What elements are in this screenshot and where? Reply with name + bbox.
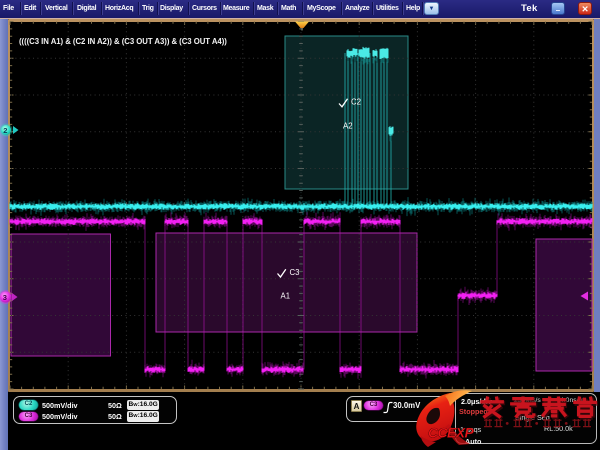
- svg-text:C2: C2: [351, 98, 361, 107]
- svg-text:3: 3: [3, 293, 7, 302]
- svg-text:2: 2: [3, 126, 7, 135]
- svg-text:A2: A2: [343, 122, 353, 131]
- svg-text:A1: A1: [281, 292, 291, 301]
- svg-text:C3: C3: [290, 268, 300, 277]
